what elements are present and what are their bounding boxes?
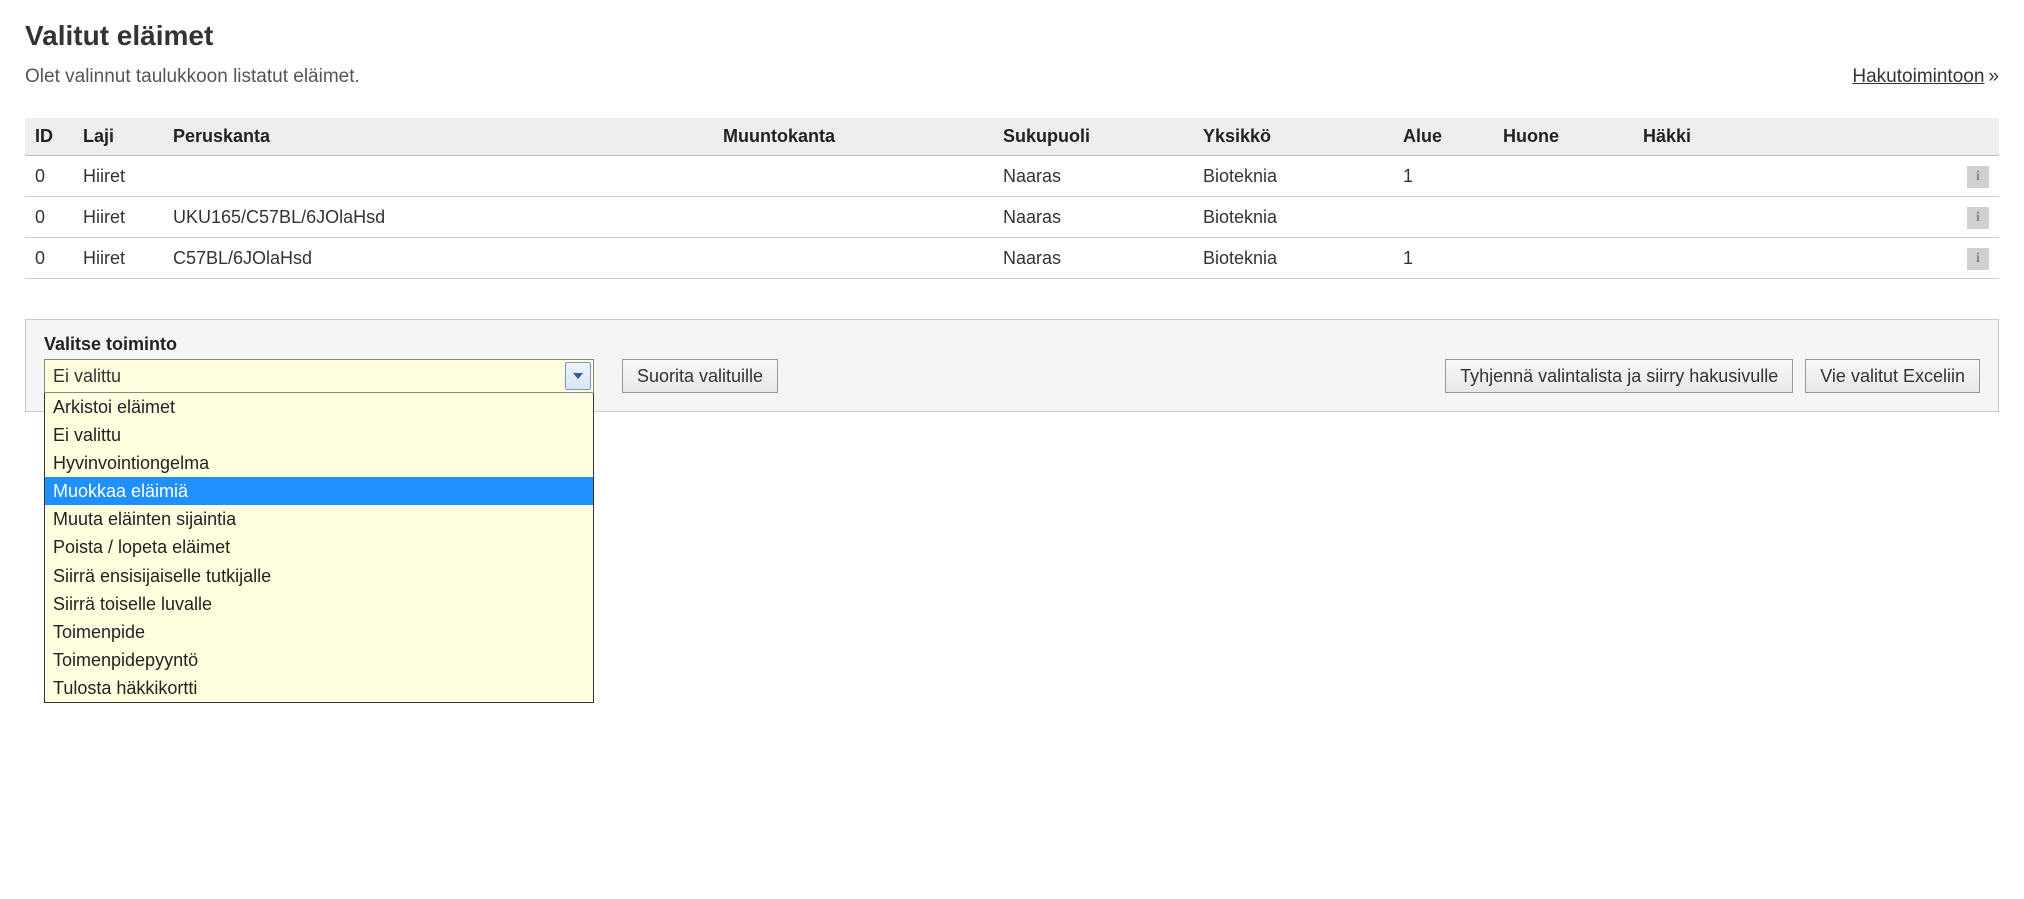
page-title: Valitut eläimet (25, 20, 1999, 52)
col-header-sukupuoli: Sukupuoli (993, 118, 1193, 156)
action-select[interactable]: Ei valittu Arkistoi eläimetEi valittuHyv… (44, 359, 594, 393)
cell-id: 0 (25, 197, 73, 238)
cell-laji: Hiiret (73, 238, 163, 279)
cell-muuntokanta (713, 197, 993, 238)
col-header-laji: Laji (73, 118, 163, 156)
col-header-muuntokanta: Muuntokanta (713, 118, 993, 156)
cell-sukupuoli: Naaras (993, 238, 1193, 279)
cell-huone (1493, 197, 1633, 238)
cell-laji: Hiiret (73, 197, 163, 238)
cell-sukupuoli: Naaras (993, 156, 1193, 197)
action-select-option[interactable]: Toimenpidepyyntö (45, 646, 593, 674)
cell-peruskanta: C57BL/6JOlaHsd (163, 238, 713, 279)
action-select-option[interactable]: Siirrä toiselle luvalle (45, 590, 593, 618)
cell-laji: Hiiret (73, 156, 163, 197)
cell-yksikko: Bioteknia (1193, 238, 1393, 279)
action-select-option[interactable]: Poista / lopeta eläimet (45, 533, 593, 561)
cell-peruskanta (163, 156, 713, 197)
action-select-option[interactable]: Muuta eläinten sijaintia (45, 505, 593, 533)
cell-muuntokanta (713, 156, 993, 197)
action-select-option[interactable]: Hyvinvointiongelma (45, 449, 593, 477)
cell-peruskanta: UKU165/C57BL/6JOlaHsd (163, 197, 713, 238)
cell-id: 0 (25, 156, 73, 197)
clear-and-goto-search-button[interactable]: Tyhjennä valintalista ja siirry hakusivu… (1445, 359, 1793, 393)
col-header-peruskanta: Peruskanta (163, 118, 713, 156)
info-icon[interactable]: i (1967, 248, 1989, 270)
cell-muuntokanta (713, 238, 993, 279)
info-icon[interactable]: i (1967, 207, 1989, 229)
chevron-down-icon[interactable] (565, 362, 591, 390)
cell-yksikko: Bioteknia (1193, 156, 1393, 197)
col-header-hakki: Häkki (1633, 118, 1957, 156)
export-excel-button[interactable]: Vie valitut Exceliin (1805, 359, 1980, 393)
subtitle-row: Olet valinnut taulukkoon listatut eläime… (25, 66, 1999, 88)
table-row: 0Hiiret NaarasBioteknia1 i (25, 156, 1999, 197)
cell-yksikko: Bioteknia (1193, 197, 1393, 238)
cell-id: 0 (25, 238, 73, 279)
action-select-label: Valitse toiminto (44, 334, 1980, 355)
subtitle-text: Olet valinnut taulukkoon listatut eläime… (25, 66, 360, 88)
table-row: 0HiiretC57BL/6JOlaHsd NaarasBioteknia1 i (25, 238, 1999, 279)
col-header-alue: Alue (1393, 118, 1493, 156)
table-header-row: ID Laji Peruskanta Muuntokanta Sukupuoli… (25, 118, 1999, 156)
cell-hakki (1633, 197, 1957, 238)
action-select-option[interactable]: Toimenpide (45, 618, 593, 646)
col-header-id: ID (25, 118, 73, 156)
action-select-option[interactable]: Ei valittu (45, 421, 593, 449)
cell-huone (1493, 238, 1633, 279)
action-select-option[interactable]: Arkistoi eläimet (45, 393, 593, 421)
cell-alue: 1 (1393, 238, 1493, 279)
cell-hakki (1633, 238, 1957, 279)
action-select-options: Arkistoi eläimetEi valittuHyvinvointiong… (44, 393, 594, 703)
cell-alue: 1 (1393, 156, 1493, 197)
cell-hakki (1633, 156, 1957, 197)
col-header-huone: Huone (1493, 118, 1633, 156)
action-select-value: Ei valittu (53, 366, 121, 387)
execute-button[interactable]: Suorita valituille (622, 359, 778, 393)
info-icon[interactable]: i (1967, 166, 1989, 188)
cell-sukupuoli: Naaras (993, 197, 1193, 238)
action-select-display[interactable]: Ei valittu (44, 359, 594, 393)
table-row: 0HiiretUKU165/C57BL/6JOlaHsd NaarasBiotek… (25, 197, 1999, 238)
goto-search-link[interactable]: Hakutoimintoon (1852, 66, 1999, 88)
animals-table: ID Laji Peruskanta Muuntokanta Sukupuoli… (25, 118, 1999, 279)
action-select-option[interactable]: Siirrä ensisijaiselle tutkijalle (45, 562, 593, 590)
action-select-option[interactable]: Tulosta häkkikortti (45, 674, 593, 702)
cell-huone (1493, 156, 1633, 197)
action-panel: Valitse toiminto Ei valittu Arkistoi elä… (25, 319, 1999, 412)
col-header-yksikko: Yksikkö (1193, 118, 1393, 156)
action-select-option[interactable]: Muokkaa eläimiä (45, 477, 593, 505)
cell-alue (1393, 197, 1493, 238)
